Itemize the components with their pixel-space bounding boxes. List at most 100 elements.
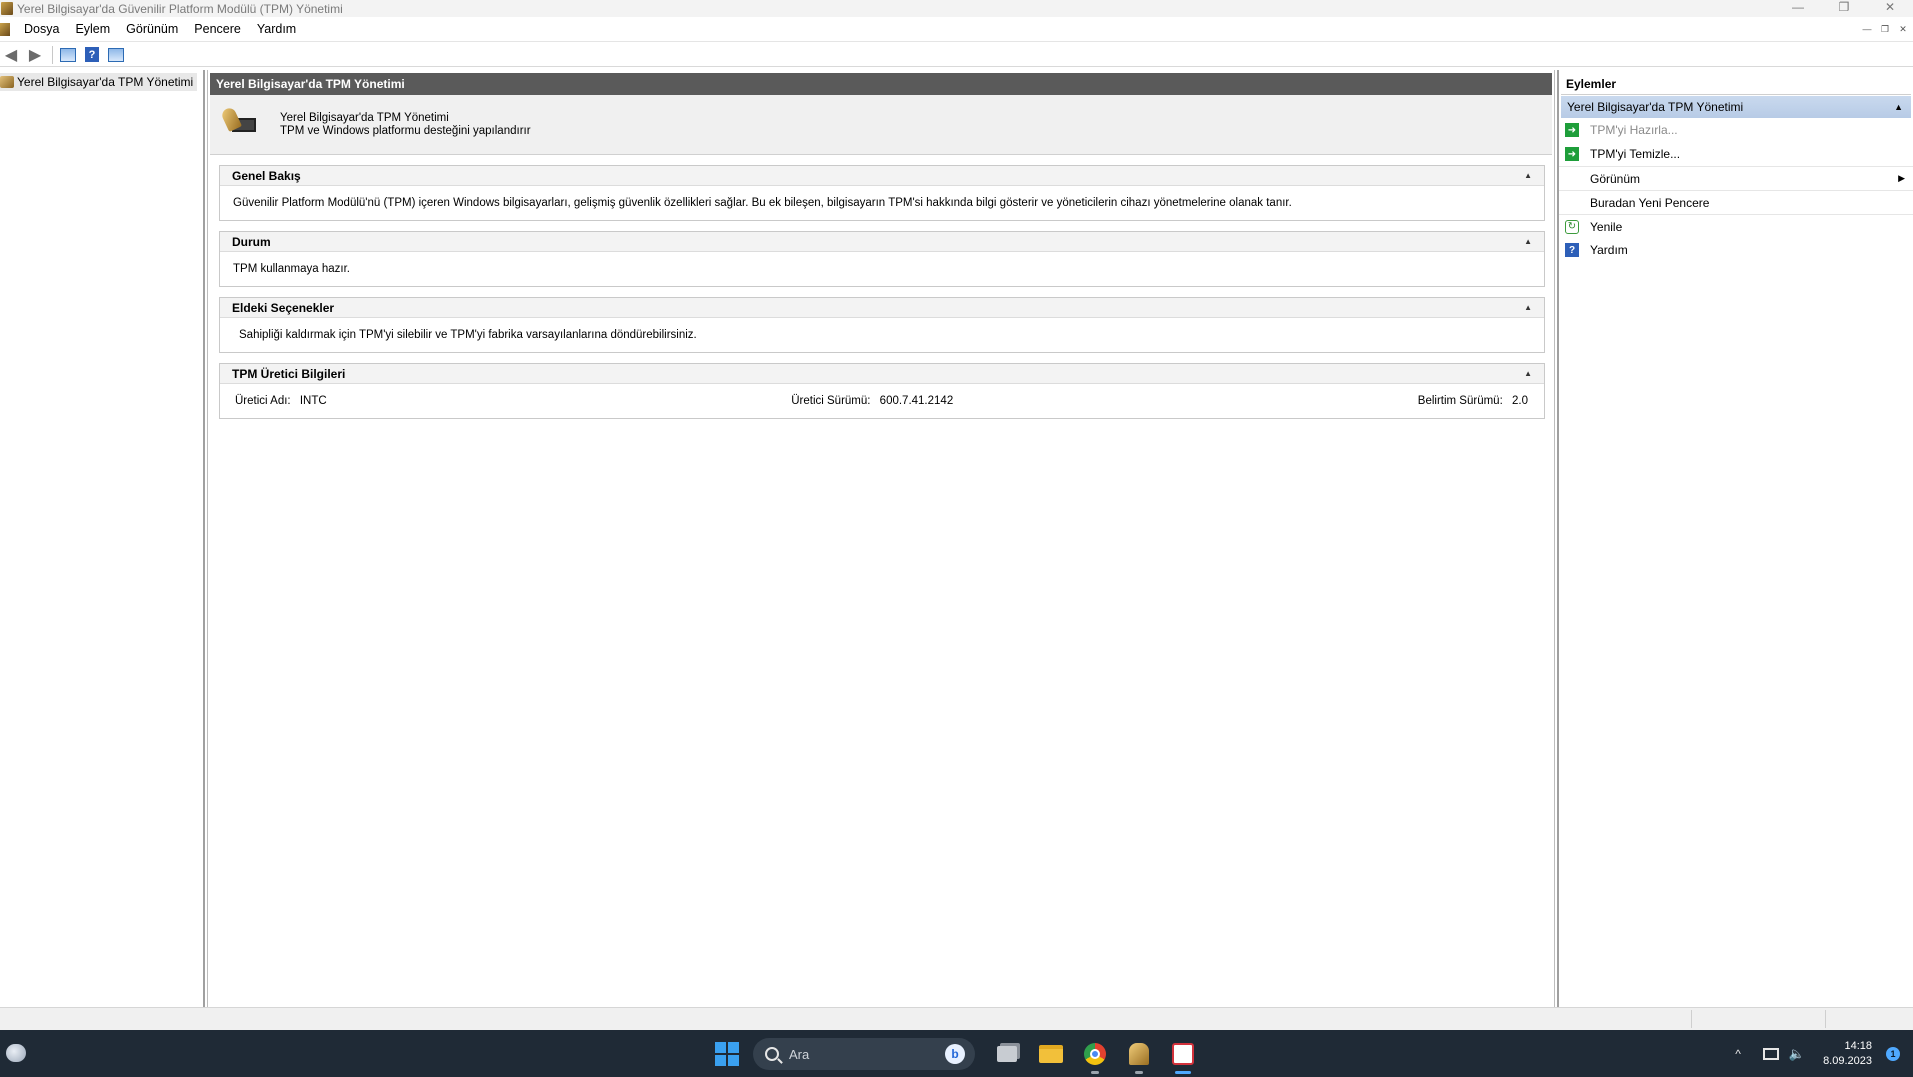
snipping-tool-icon <box>1172 1043 1194 1065</box>
menu-gorunum[interactable]: Görünüm <box>118 22 186 36</box>
action-clear-tpm[interactable]: ➜ TPM'yi Temizle... <box>1559 142 1913 166</box>
window-title: Yerel Bilgisayar'da Güvenilir Platform M… <box>17 1 343 16</box>
back-arrow-icon: ◀ <box>4 46 18 64</box>
mdi-minimize-button[interactable]: — <box>1859 22 1875 36</box>
section-manufacturer-info: TPM Üretici Bilgileri ▲ Üretici Adı: INT… <box>219 363 1545 419</box>
console-tree: Yerel Bilgisayar'da TPM Yönetimi <box>0 70 205 1007</box>
weather-widget-icon[interactable] <box>6 1044 26 1062</box>
action-pane-icon <box>108 47 124 62</box>
collapse-arrow-icon[interactable]: ▲ <box>1894 102 1903 112</box>
snipping-tool-button[interactable] <box>1167 1038 1199 1074</box>
task-view-button[interactable] <box>991 1038 1023 1070</box>
tpm-key-icon <box>1129 1043 1149 1065</box>
file-explorer-button[interactable] <box>1035 1038 1067 1070</box>
help-icon: ? <box>1565 243 1579 257</box>
menu-bar: Dosya Eylem Görünüm Pencere Yardım — ❐ ✕ <box>0 17 1913 42</box>
results-pane-header: Yerel Bilgisayar'da TPM Yönetimi <box>210 73 1552 95</box>
mdi-restore-button[interactable]: ❐ <box>1877 22 1893 36</box>
back-button[interactable]: ◀ <box>0 45 22 65</box>
help-button[interactable]: ? <box>81 45 103 65</box>
tpm-taskbar-button[interactable] <box>1123 1038 1155 1074</box>
search-icon <box>765 1047 779 1061</box>
collapse-icon[interactable]: ▲ <box>1524 369 1532 378</box>
search-placeholder: Ara <box>789 1046 810 1062</box>
collapse-icon[interactable]: ▲ <box>1524 303 1532 312</box>
section-available-options: Eldeki Seçenekler ▲ Sahipliği kaldırmak … <box>219 297 1545 353</box>
window-controls: — ❐ ✕ <box>1775 0 1913 17</box>
minimize-button[interactable]: — <box>1775 0 1821 17</box>
menu-dosya[interactable]: Dosya <box>16 22 67 36</box>
bing-icon[interactable]: b <box>945 1044 965 1064</box>
tpm-app-icon <box>1 2 13 15</box>
action-refresh[interactable]: ↻ Yenile <box>1559 214 1913 238</box>
restore-button[interactable]: ❐ <box>1821 0 1867 17</box>
section-options-text: Sahipliği kaldırmak için TPM'yi silebili… <box>239 329 697 341</box>
menu-pencere[interactable]: Pencere <box>186 22 249 36</box>
manufacturer-name: Üretici Adı: INTC <box>235 395 327 407</box>
collapse-icon[interactable]: ▲ <box>1524 171 1532 180</box>
title-bar: Yerel Bilgisayar'da Güvenilir Platform M… <box>0 0 1913 17</box>
action-label: Yardım <box>1590 243 1628 257</box>
action-new-window[interactable]: Buradan Yeni Pencere <box>1559 190 1913 214</box>
toolbar-separator <box>52 45 53 64</box>
manufacturer-version: Üretici Sürümü: 600.7.41.2142 <box>791 395 953 407</box>
refresh-icon: ↻ <box>1565 219 1579 234</box>
tpm-chip-key-icon <box>220 105 258 142</box>
section-status-header[interactable]: Durum ▲ <box>220 232 1544 252</box>
green-arrow-icon: ➜ <box>1565 123 1579 137</box>
menu-eylem[interactable]: Eylem <box>67 22 118 36</box>
section-manufacturer-header[interactable]: TPM Üretici Bilgileri ▲ <box>220 364 1544 384</box>
close-button[interactable]: ✕ <box>1867 0 1913 17</box>
manufacturer-version-value: 600.7.41.2142 <box>879 395 954 407</box>
section-status-text: TPM kullanmaya hazır. <box>233 263 350 275</box>
chrome-button[interactable] <box>1079 1038 1111 1074</box>
tree-item-tpm-management[interactable]: Yerel Bilgisayar'da TPM Yönetimi <box>0 73 198 91</box>
actions-group-tpm-management[interactable]: Yerel Bilgisayar'da TPM Yönetimi ▲ <box>1561 96 1911 118</box>
action-view[interactable]: Görünüm ▶ <box>1559 166 1913 190</box>
taskbar: Ara b ^ 🔈 14:18 8.09.2023 1 <box>0 1030 1913 1077</box>
collapse-icon[interactable]: ▲ <box>1524 237 1532 246</box>
specification-version: Belirtim Sürümü: 2.0 <box>1418 395 1528 407</box>
action-help[interactable]: ? Yardım <box>1559 238 1913 262</box>
actions-group-label: Yerel Bilgisayar'da TPM Yönetimi <box>1567 100 1744 114</box>
system-tray: ^ 🔈 14:18 8.09.2023 1 <box>1735 1030 1913 1077</box>
manufacturer-name-label: Üretici Adı: <box>235 395 291 407</box>
action-label: Görünüm <box>1590 171 1641 186</box>
notification-badge[interactable]: 1 <box>1886 1046 1900 1061</box>
section-title: Eldeki Seçenekler <box>232 300 335 315</box>
green-arrow-icon: ➜ <box>1565 147 1579 161</box>
section-title: TPM Üretici Bilgileri <box>232 366 346 381</box>
manufacturer-info-row: Üretici Adı: INTC Üretici Sürümü: 600.7.… <box>233 395 1531 407</box>
network-icon[interactable] <box>1762 1047 1779 1060</box>
actions-pane: Eylemler Yerel Bilgisayar'da TPM Yönetim… <box>1557 70 1913 1007</box>
clock[interactable]: 14:18 8.09.2023 <box>1823 1039 1872 1069</box>
action-label: Buradan Yeni Pencere <box>1590 195 1710 210</box>
actions-pane-header: Eylemler <box>1561 73 1911 95</box>
forward-arrow-icon: ▶ <box>28 46 42 64</box>
system-menu-icon[interactable] <box>0 22 10 36</box>
action-label: TPM'yi Temizle... <box>1590 147 1681 161</box>
spec-version-value: 2.0 <box>1511 395 1528 407</box>
menu-yardim[interactable]: Yardım <box>249 22 304 36</box>
action-label: Yenile <box>1590 219 1623 234</box>
chrome-icon <box>1084 1043 1106 1065</box>
section-overview: Genel Bakış ▲ Güvenilir Platform Modülü'… <box>219 165 1545 221</box>
show-hide-action-pane-button[interactable] <box>105 45 127 65</box>
show-hide-console-tree-button[interactable] <box>57 45 79 65</box>
taskbar-search[interactable]: Ara b <box>753 1038 975 1070</box>
section-title: Genel Bakış <box>232 168 301 183</box>
show-hidden-icons-chevron-icon[interactable]: ^ <box>1735 1047 1741 1061</box>
clock-time: 14:18 <box>1844 1039 1872 1052</box>
windows-start-icon[interactable] <box>715 1042 739 1066</box>
console-tree-icon <box>60 47 76 62</box>
section-overview-text: Güvenilir Platform Modülü'nü (TPM) içere… <box>233 197 1292 209</box>
folder-icon <box>1039 1045 1063 1063</box>
mdi-close-button[interactable]: ✕ <box>1895 22 1911 36</box>
toolbar: ◀ ▶ ? <box>0 43 1913 67</box>
forward-button[interactable]: ▶ <box>24 45 46 65</box>
section-overview-header[interactable]: Genel Bakış ▲ <box>220 166 1544 186</box>
action-prepare-tpm[interactable]: ➜ TPM'yi Hazırla... <box>1559 118 1913 142</box>
volume-icon[interactable]: 🔈 <box>1789 1046 1805 1062</box>
section-status: Durum ▲ TPM kullanmaya hazır. <box>219 231 1545 287</box>
section-options-header[interactable]: Eldeki Seçenekler ▲ <box>220 298 1544 318</box>
